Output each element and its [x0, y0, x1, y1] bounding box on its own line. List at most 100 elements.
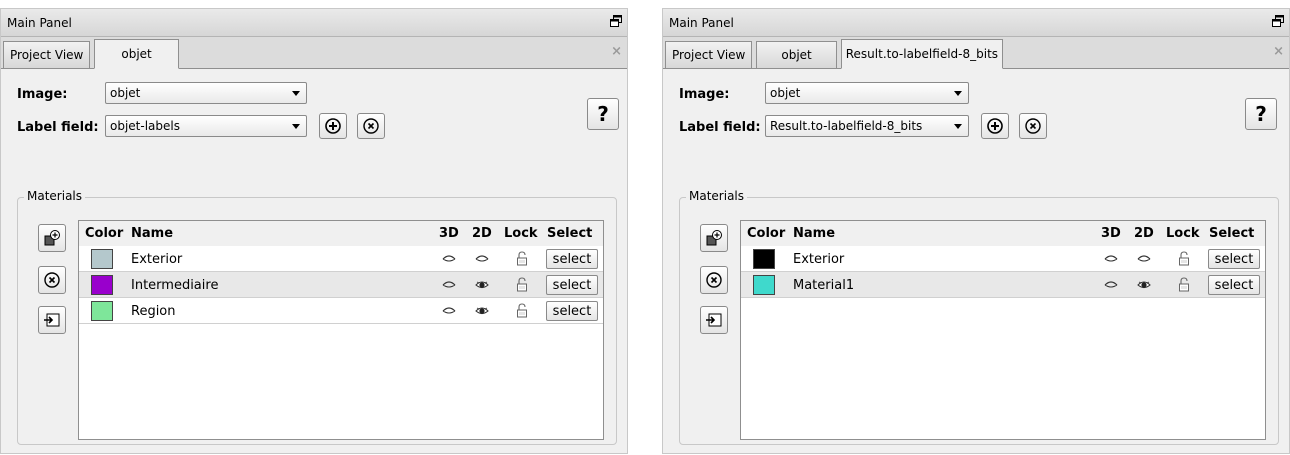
- eye-icon[interactable]: [475, 253, 489, 263]
- add-material-button[interactable]: [700, 224, 728, 252]
- tab-objet[interactable]: objet: [756, 41, 837, 68]
- remove-material-button[interactable]: [700, 266, 728, 294]
- add-material-button[interactable]: [38, 224, 66, 252]
- image-combo-value: objet: [770, 86, 801, 100]
- import-material-button[interactable]: [700, 306, 728, 334]
- material-name[interactable]: Region: [131, 304, 176, 319]
- remove-labelfield-button[interactable]: [1019, 113, 1047, 139]
- labelfield-label: Label field:: [679, 120, 761, 135]
- labelfield-label: Label field:: [17, 120, 99, 135]
- tab-bar: Project View objet Result.to-labelfield-…: [663, 37, 1289, 69]
- labelfield-combo-value: objet-labels: [110, 119, 180, 133]
- eye-icon[interactable]: [1104, 253, 1118, 263]
- header-name: Name: [793, 226, 836, 241]
- materials-title: Materials: [24, 189, 86, 203]
- color-swatch[interactable]: [91, 275, 113, 295]
- labelfield-combo[interactable]: Result.to-labelfield-8_bits: [765, 115, 969, 137]
- tab-project-view[interactable]: Project View: [3, 41, 91, 68]
- tab-objet[interactable]: objet: [94, 39, 179, 69]
- x-circle-icon: [363, 118, 379, 134]
- table-row[interactable]: Exterior select: [741, 246, 1265, 272]
- float-window-icon[interactable]: [1272, 15, 1284, 27]
- plus-circle-icon: [325, 118, 341, 134]
- close-tab-icon[interactable]: ×: [611, 44, 622, 59]
- labelfield-combo[interactable]: objet-labels: [105, 115, 307, 137]
- color-swatch[interactable]: [753, 275, 775, 295]
- header-select: Select: [547, 226, 593, 241]
- help-button[interactable]: ?: [587, 98, 619, 130]
- table-row[interactable]: Intermediaire select: [79, 272, 603, 298]
- add-labelfield-button[interactable]: [981, 113, 1009, 139]
- table-row[interactable]: Region select: [79, 298, 603, 324]
- image-combo[interactable]: objet: [105, 82, 307, 104]
- close-tab-icon[interactable]: ×: [1273, 44, 1284, 59]
- help-label: ?: [597, 102, 609, 126]
- padlock-icon[interactable]: [516, 251, 528, 266]
- header-select: Select: [1209, 226, 1255, 241]
- eye-icon[interactable]: [442, 305, 456, 315]
- select-button[interactable]: select: [1208, 249, 1260, 269]
- tab-bar: Project View objet ×: [1, 37, 627, 69]
- header-color: Color: [747, 226, 786, 241]
- padlock-icon[interactable]: [1178, 277, 1190, 292]
- color-swatch[interactable]: [753, 249, 775, 269]
- remove-material-button[interactable]: [38, 266, 66, 294]
- eye-icon[interactable]: [475, 305, 489, 315]
- materials-table: Color Name 3D 2D Lock Select Exterior sel…: [740, 220, 1266, 440]
- panel-titlebar: Main Panel: [663, 9, 1289, 37]
- select-button[interactable]: select: [1208, 275, 1260, 295]
- eye-icon[interactable]: [442, 279, 456, 289]
- tab-result-labelfield[interactable]: Result.to-labelfield-8_bits: [840, 39, 1004, 69]
- eye-icon[interactable]: [442, 253, 456, 263]
- select-button[interactable]: select: [546, 249, 598, 269]
- plus-circle-icon: [987, 118, 1003, 134]
- tab-label: Project View: [10, 48, 84, 62]
- tab-label: Project View: [672, 48, 746, 62]
- table-body: Exterior select Intermediaire select Region s…: [79, 246, 603, 324]
- help-button[interactable]: ?: [1245, 98, 1277, 130]
- padlock-icon[interactable]: [516, 277, 528, 292]
- tab-label: objet: [781, 48, 812, 62]
- eye-icon[interactable]: [1137, 279, 1151, 289]
- chevron-down-icon: [292, 91, 300, 96]
- main-panel-left: Main Panel Project View objet × Image: o…: [0, 8, 628, 454]
- material-name[interactable]: Exterior: [131, 252, 182, 267]
- import-icon: [44, 313, 60, 327]
- import-material-button[interactable]: [38, 306, 66, 334]
- add-labelfield-button[interactable]: [319, 113, 347, 139]
- x-circle-icon: [1025, 118, 1041, 134]
- eye-icon[interactable]: [1137, 253, 1151, 263]
- color-swatch[interactable]: [91, 249, 113, 269]
- material-name[interactable]: Exterior: [793, 252, 844, 267]
- select-button[interactable]: select: [546, 301, 598, 321]
- labelfield-combo-value: Result.to-labelfield-8_bits: [770, 119, 923, 133]
- add-material-icon: [706, 230, 722, 246]
- material-name[interactable]: Material1: [793, 278, 854, 293]
- eye-icon[interactable]: [1104, 279, 1118, 289]
- image-label: Image:: [679, 87, 730, 102]
- header-3d: 3D: [439, 226, 459, 241]
- padlock-icon[interactable]: [1178, 251, 1190, 266]
- material-name[interactable]: Intermediaire: [131, 278, 218, 293]
- table-row[interactable]: Material1 select: [741, 272, 1265, 298]
- tab-project-view[interactable]: Project View: [665, 41, 753, 68]
- panel-content: Image: objet Label field: objet-labels ?…: [1, 69, 627, 453]
- image-combo[interactable]: objet: [765, 82, 969, 104]
- add-material-icon: [44, 230, 60, 246]
- color-swatch[interactable]: [91, 301, 113, 321]
- x-circle-icon: [44, 272, 60, 288]
- table-row[interactable]: Exterior select: [79, 246, 603, 272]
- padlock-icon[interactable]: [516, 303, 528, 318]
- panel-titlebar: Main Panel: [1, 9, 627, 37]
- eye-icon[interactable]: [475, 279, 489, 289]
- header-name: Name: [131, 226, 174, 241]
- panel-content: Image: objet Label field: Result.to-labe…: [663, 69, 1289, 453]
- remove-labelfield-button[interactable]: [357, 113, 385, 139]
- x-circle-icon: [706, 272, 722, 288]
- float-window-icon[interactable]: [610, 15, 622, 27]
- main-panel-right: Main Panel Project View objet Result.to-…: [662, 8, 1290, 454]
- header-color: Color: [85, 226, 124, 241]
- select-button[interactable]: select: [546, 275, 598, 295]
- chevron-down-icon: [954, 124, 962, 129]
- materials-groupbox: Materials Color Name 3D 2D Lock Select E…: [679, 189, 1279, 445]
